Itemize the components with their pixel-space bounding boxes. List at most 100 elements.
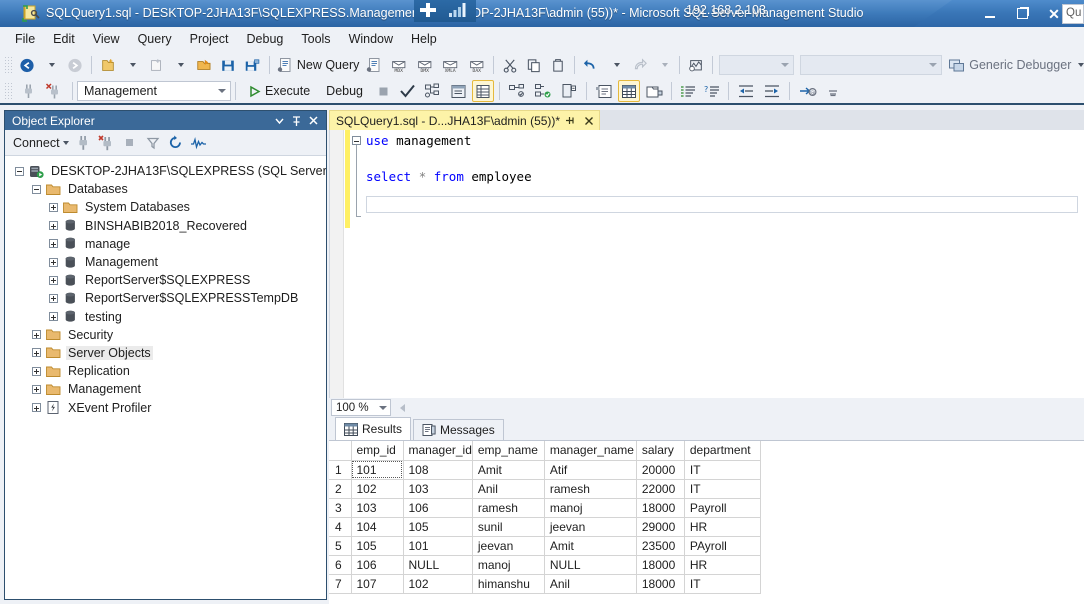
- column-header-department[interactable]: department: [684, 441, 761, 461]
- tree-expand-icon[interactable]: [49, 202, 58, 212]
- row-number-header[interactable]: 6: [329, 555, 352, 575]
- include-actual-plan-button[interactable]: [505, 80, 529, 102]
- signal-bars-icon[interactable]: [446, 1, 472, 21]
- table-cell-salary[interactable]: 22000: [636, 479, 685, 499]
- results-to-grid-active-button[interactable]: [618, 80, 641, 102]
- table-cell-emp-id[interactable]: 106: [351, 555, 404, 575]
- toolbar-combo-two[interactable]: [799, 55, 942, 75]
- table-cell-salary[interactable]: 18000: [636, 574, 685, 594]
- tree-expand-icon[interactable]: [49, 275, 58, 285]
- results-to-grid-button[interactable]: [472, 80, 495, 102]
- table-cell-salary[interactable]: 20000: [636, 460, 685, 480]
- cut-button[interactable]: [499, 54, 521, 76]
- save-button[interactable]: [217, 54, 239, 76]
- new-query-button[interactable]: New Query: [275, 54, 361, 76]
- tree-item[interactable]: Replication: [5, 362, 326, 380]
- toolbar-grip-2[interactable]: [4, 82, 13, 100]
- new-project-button[interactable]: [97, 54, 119, 76]
- column-header-salary[interactable]: salary: [636, 441, 685, 461]
- table-row[interactable]: 5 105 101 jeevan Amit 23500 PAyroll: [329, 536, 761, 556]
- connect-button[interactable]: [17, 80, 40, 102]
- open-folder-button[interactable]: [193, 54, 216, 76]
- generic-debugger-button[interactable]: Generic Debugger: [949, 54, 1084, 76]
- toolbar-combo-one[interactable]: [718, 55, 794, 75]
- table-row[interactable]: 2 102 103 Anil ramesh 22000 IT: [329, 479, 761, 499]
- copy-button[interactable]: [523, 54, 545, 76]
- table-cell-salary[interactable]: 18000: [636, 498, 685, 518]
- undo-button[interactable]: [580, 54, 602, 76]
- table-cell-department[interactable]: IT: [684, 574, 761, 594]
- table-cell-emp-id[interactable]: 107: [351, 574, 404, 594]
- tree-expand-icon[interactable]: [49, 221, 58, 231]
- tree-expand-icon[interactable]: [32, 384, 41, 394]
- quick-launch-input[interactable]: Qu: [1062, 4, 1084, 24]
- new-project-dropdown[interactable]: [121, 54, 143, 76]
- table-cell-department[interactable]: HR: [684, 555, 761, 575]
- tree-item[interactable]: Management: [5, 253, 326, 271]
- row-number-header[interactable]: 2: [329, 479, 352, 499]
- table-cell-manager-name[interactable]: jeevan: [544, 517, 637, 537]
- table-cell-manager-name[interactable]: NULL: [544, 555, 637, 575]
- auto-hide-pin-icon[interactable]: [288, 112, 305, 129]
- editor-selection-margin[interactable]: [330, 130, 344, 398]
- query-options-button[interactable]: [447, 80, 470, 102]
- row-header-corner[interactable]: [329, 441, 352, 461]
- tree-item[interactable]: Management: [5, 380, 326, 398]
- table-cell-emp-name[interactable]: manoj: [472, 555, 545, 575]
- window-dropdown-icon[interactable]: [271, 112, 288, 129]
- table-cell-emp-id[interactable]: 103: [351, 498, 404, 518]
- tree-expand-icon[interactable]: [49, 239, 58, 249]
- save-all-button[interactable]: [241, 54, 264, 76]
- specify-values-button[interactable]: [557, 80, 581, 102]
- database-engine-query-button[interactable]: [363, 54, 385, 76]
- database-combo[interactable]: Management: [77, 81, 231, 101]
- object-explorer-tree[interactable]: DESKTOP-2JHA13F\SQLEXPRESS (SQL Server 1…: [5, 156, 326, 599]
- tree-item[interactable]: testing: [5, 308, 326, 326]
- connect-dropdown-button[interactable]: Connect: [11, 134, 72, 152]
- toolbar-overflow-button[interactable]: [822, 80, 844, 102]
- table-cell-department[interactable]: HR: [684, 517, 761, 537]
- toggle-bookmark-button[interactable]: @: [795, 80, 820, 102]
- tab-close-icon[interactable]: [581, 113, 596, 129]
- column-header-manager-id[interactable]: manager_id: [403, 441, 473, 461]
- decrease-indent-button[interactable]: [734, 80, 758, 102]
- navigate-forward-button[interactable]: [64, 54, 86, 76]
- table-cell-emp-name[interactable]: Anil: [472, 479, 545, 499]
- funnel-filter-icon[interactable]: [142, 132, 164, 153]
- move-handle-icon[interactable]: [417, 1, 443, 21]
- tree-item[interactable]: manage: [5, 235, 326, 253]
- xmla-query-button[interactable]: XMLA: [438, 54, 462, 76]
- tab-sqlquery1[interactable]: SQLQuery1.sql - D...JHA13F\admin (55))*: [329, 110, 601, 130]
- menu-query[interactable]: Query: [129, 29, 181, 50]
- tab-results[interactable]: Results: [335, 417, 412, 440]
- menu-tools[interactable]: Tools: [292, 29, 339, 50]
- menu-view[interactable]: View: [84, 29, 129, 50]
- table-row[interactable]: 4 104 105 sunil jeevan 29000 HR: [329, 517, 761, 537]
- maximize-button[interactable]: [1006, 3, 1038, 25]
- oe-activity-monitor-icon[interactable]: [188, 132, 210, 153]
- table-cell-manager-name[interactable]: ramesh: [544, 479, 637, 499]
- table-cell-emp-id[interactable]: 101: [351, 460, 404, 480]
- dax-query-button[interactable]: DAX: [465, 54, 489, 76]
- results-table[interactable]: emp_id manager_id emp_name manager_name …: [329, 441, 761, 594]
- tree-item[interactable]: System Databases: [5, 198, 326, 216]
- fold-collapse-icon[interactable]: [352, 136, 361, 145]
- refresh-icon[interactable]: [165, 132, 187, 153]
- row-number-header[interactable]: 5: [329, 536, 352, 556]
- table-cell-manager-id[interactable]: NULL: [403, 555, 473, 575]
- tree-item[interactable]: Security: [5, 326, 326, 344]
- table-cell-salary[interactable]: 23500: [636, 536, 685, 556]
- column-header-emp-id[interactable]: emp_id: [351, 441, 404, 461]
- table-row[interactable]: 7 107 102 himanshu Anil 18000 IT: [329, 574, 761, 594]
- table-cell-manager-name[interactable]: manoj: [544, 498, 637, 518]
- hscroll-left-button[interactable]: [395, 399, 410, 416]
- comment-lines-button[interactable]: [677, 80, 699, 102]
- table-cell-manager-id[interactable]: 103: [403, 479, 473, 499]
- table-cell-emp-id[interactable]: 104: [351, 517, 404, 537]
- table-cell-department[interactable]: IT: [684, 479, 761, 499]
- screen-share-overlay-widget[interactable]: [414, 0, 476, 22]
- stop-button[interactable]: [372, 80, 394, 102]
- navigate-back-dropdown[interactable]: [40, 54, 62, 76]
- navigate-back-button[interactable]: [16, 54, 38, 76]
- hscroll-track[interactable]: [410, 399, 1084, 416]
